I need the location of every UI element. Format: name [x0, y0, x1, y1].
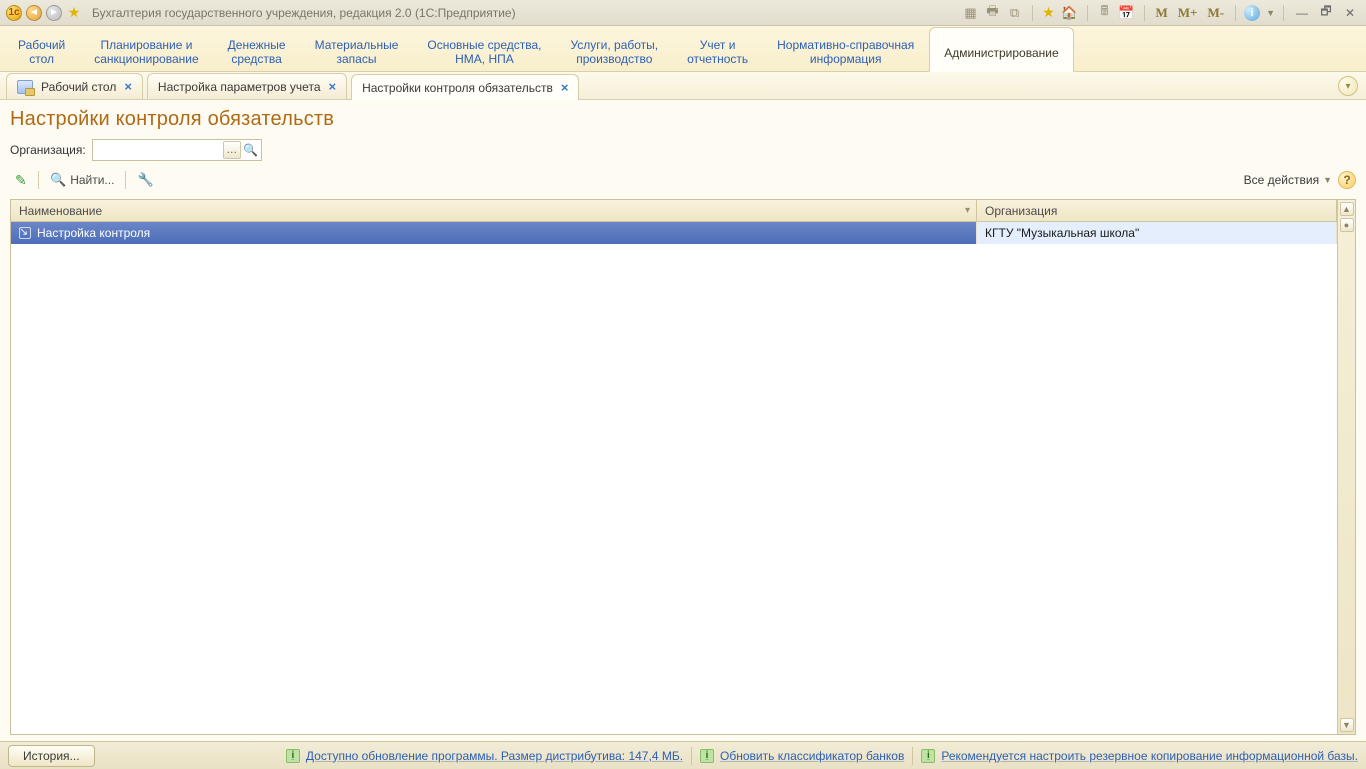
- help-icon[interactable]: ?: [1338, 171, 1356, 189]
- status-update-banks[interactable]: i Обновить классификатор банков: [700, 749, 904, 763]
- info-icon: i: [700, 749, 714, 763]
- bookmark-icon[interactable]: ★: [1041, 5, 1057, 21]
- separator: [1144, 5, 1145, 21]
- window-close-button[interactable]: ✕: [1340, 5, 1360, 21]
- list-toolbar: ✎ 🔍 Найти... 🔧 Все действия ?: [10, 169, 1356, 191]
- separator: [691, 747, 692, 765]
- favorites-icon[interactable]: ★: [66, 5, 82, 21]
- section-tabs: Рабочий стол Планирование и санкциониров…: [0, 26, 1366, 72]
- info-icon: i: [921, 749, 935, 763]
- search-icon[interactable]: 🔍: [243, 143, 259, 157]
- calculator-icon[interactable]: 🖩: [1096, 4, 1114, 22]
- window-maximize-button[interactable]: 🗗: [1316, 5, 1336, 21]
- section-services[interactable]: Услуги, работы, производство: [556, 26, 673, 71]
- section-money[interactable]: Денежные средства: [214, 26, 301, 71]
- page-tabs: Рабочий стол × Настройка параметров учет…: [0, 72, 1366, 100]
- status-text: Рекомендуется настроить резервное копиро…: [941, 749, 1358, 763]
- page-tab-label: Настройки контроля обязательств: [362, 81, 553, 95]
- separator: [38, 171, 39, 189]
- info-dropdown-icon[interactable]: ▼: [1266, 8, 1275, 18]
- tabs-expand-button[interactable]: ▾: [1338, 76, 1358, 96]
- memory-m-button[interactable]: M: [1153, 5, 1171, 21]
- separator: [1087, 5, 1088, 21]
- page-tab-label: Рабочий стол: [41, 80, 116, 94]
- edit-button[interactable]: ✎: [10, 169, 32, 191]
- separator: [125, 171, 126, 189]
- wrench-icon: 🔧: [137, 172, 153, 188]
- find-button[interactable]: 🔍 Найти...: [45, 169, 119, 191]
- scroll-marker-icon[interactable]: ●: [1340, 218, 1354, 232]
- status-backup-recommendation[interactable]: i Рекомендуется настроить резервное копи…: [921, 749, 1358, 763]
- scroll-up-icon[interactable]: ▲: [1340, 202, 1354, 216]
- separator: [1283, 5, 1284, 21]
- info-icon: i: [286, 749, 300, 763]
- calendar-icon[interactable]: 📅: [1118, 4, 1136, 22]
- column-header-name[interactable]: Наименование: [11, 200, 977, 221]
- compare-icon[interactable]: ⧉: [1006, 4, 1024, 22]
- page-tab-label: Настройка параметров учета: [158, 80, 321, 94]
- memory-mplus-button[interactable]: M+: [1175, 5, 1201, 21]
- table-row[interactable]: Настройка контроля КГТУ "Музыкальная шко…: [11, 222, 1337, 244]
- section-fixed-assets[interactable]: Основные средства, НМА, НПА: [413, 26, 556, 71]
- status-text: Доступно обновление программы. Размер ди…: [306, 749, 683, 763]
- page-tab-settings-accounting[interactable]: Настройка параметров учета ×: [147, 73, 347, 99]
- section-administration[interactable]: Администрирование: [929, 27, 1073, 72]
- links-icon[interactable]: 🏠: [1061, 4, 1079, 22]
- cell-org-text: КГТУ "Музыкальная школа": [985, 226, 1139, 240]
- separator: [912, 747, 913, 765]
- page-title: Настройки контроля обязательств: [10, 108, 1356, 131]
- titlebar: 1c ◄ ► ★ Бухгалтерия государственного уч…: [0, 0, 1366, 26]
- desktop-icon: [17, 80, 33, 94]
- section-accounting[interactable]: Учет и отчетность: [673, 26, 763, 71]
- close-icon[interactable]: ×: [329, 79, 337, 94]
- print-preview-icon[interactable]: ▦: [962, 4, 980, 22]
- print-icon[interactable]: 🖶: [984, 4, 1002, 22]
- cell-organization: КГТУ "Музыкальная школа": [977, 222, 1337, 244]
- status-bar: История... i Доступно обновление програм…: [0, 741, 1366, 769]
- cell-name: Настройка контроля: [11, 222, 977, 244]
- close-icon[interactable]: ×: [124, 79, 132, 94]
- find-label: Найти...: [70, 173, 114, 187]
- window-minimize-button[interactable]: —: [1292, 5, 1312, 21]
- close-icon[interactable]: ×: [561, 80, 569, 95]
- search-icon: 🔍: [50, 172, 66, 188]
- info-icon[interactable]: i: [1244, 5, 1260, 21]
- window-title: Бухгалтерия государственного учреждения,…: [92, 6, 516, 20]
- scroll-down-icon[interactable]: ▼: [1340, 718, 1354, 732]
- section-reference[interactable]: Нормативно-справочная информация: [763, 26, 929, 71]
- organization-input[interactable]: … 🔍: [92, 139, 262, 161]
- page-content: Настройки контроля обязательств Организа…: [0, 100, 1366, 741]
- section-desktop[interactable]: Рабочий стол: [4, 26, 80, 71]
- grid-header: Наименование Организация: [11, 200, 1337, 222]
- all-actions-button[interactable]: Все действия: [1244, 173, 1332, 187]
- separator: [1235, 5, 1236, 21]
- grid-scrollbar[interactable]: ▲ ● ▼: [1337, 200, 1355, 734]
- all-actions-label: Все действия: [1244, 173, 1319, 187]
- status-update-available[interactable]: i Доступно обновление программы. Размер …: [286, 749, 683, 763]
- cell-name-text: Настройка контроля: [37, 226, 150, 240]
- memory-mminus-button[interactable]: M-: [1204, 5, 1227, 21]
- status-text: Обновить классификатор банков: [720, 749, 904, 763]
- pencil-icon: ✎: [15, 172, 27, 189]
- organization-label: Организация:: [10, 143, 86, 157]
- nav-forward-button[interactable]: ►: [46, 5, 62, 21]
- row-icon: [19, 227, 31, 239]
- nav-back-button[interactable]: ◄: [26, 5, 42, 21]
- configure-button[interactable]: 🔧: [132, 169, 158, 191]
- section-materials[interactable]: Материальные запасы: [301, 26, 414, 71]
- page-tab-control-settings[interactable]: Настройки контроля обязательств ×: [351, 74, 579, 100]
- app-1c-icon[interactable]: 1c: [6, 5, 22, 21]
- select-icon[interactable]: …: [223, 141, 241, 159]
- history-button[interactable]: История...: [8, 745, 95, 767]
- section-planning[interactable]: Планирование и санкционирование: [80, 26, 213, 71]
- column-header-organization[interactable]: Организация: [977, 200, 1337, 221]
- data-grid: Наименование Организация Настройка контр…: [10, 199, 1356, 735]
- filter-row: Организация: … 🔍: [10, 139, 1356, 161]
- separator: [1032, 5, 1033, 21]
- page-tab-desktop[interactable]: Рабочий стол ×: [6, 73, 143, 99]
